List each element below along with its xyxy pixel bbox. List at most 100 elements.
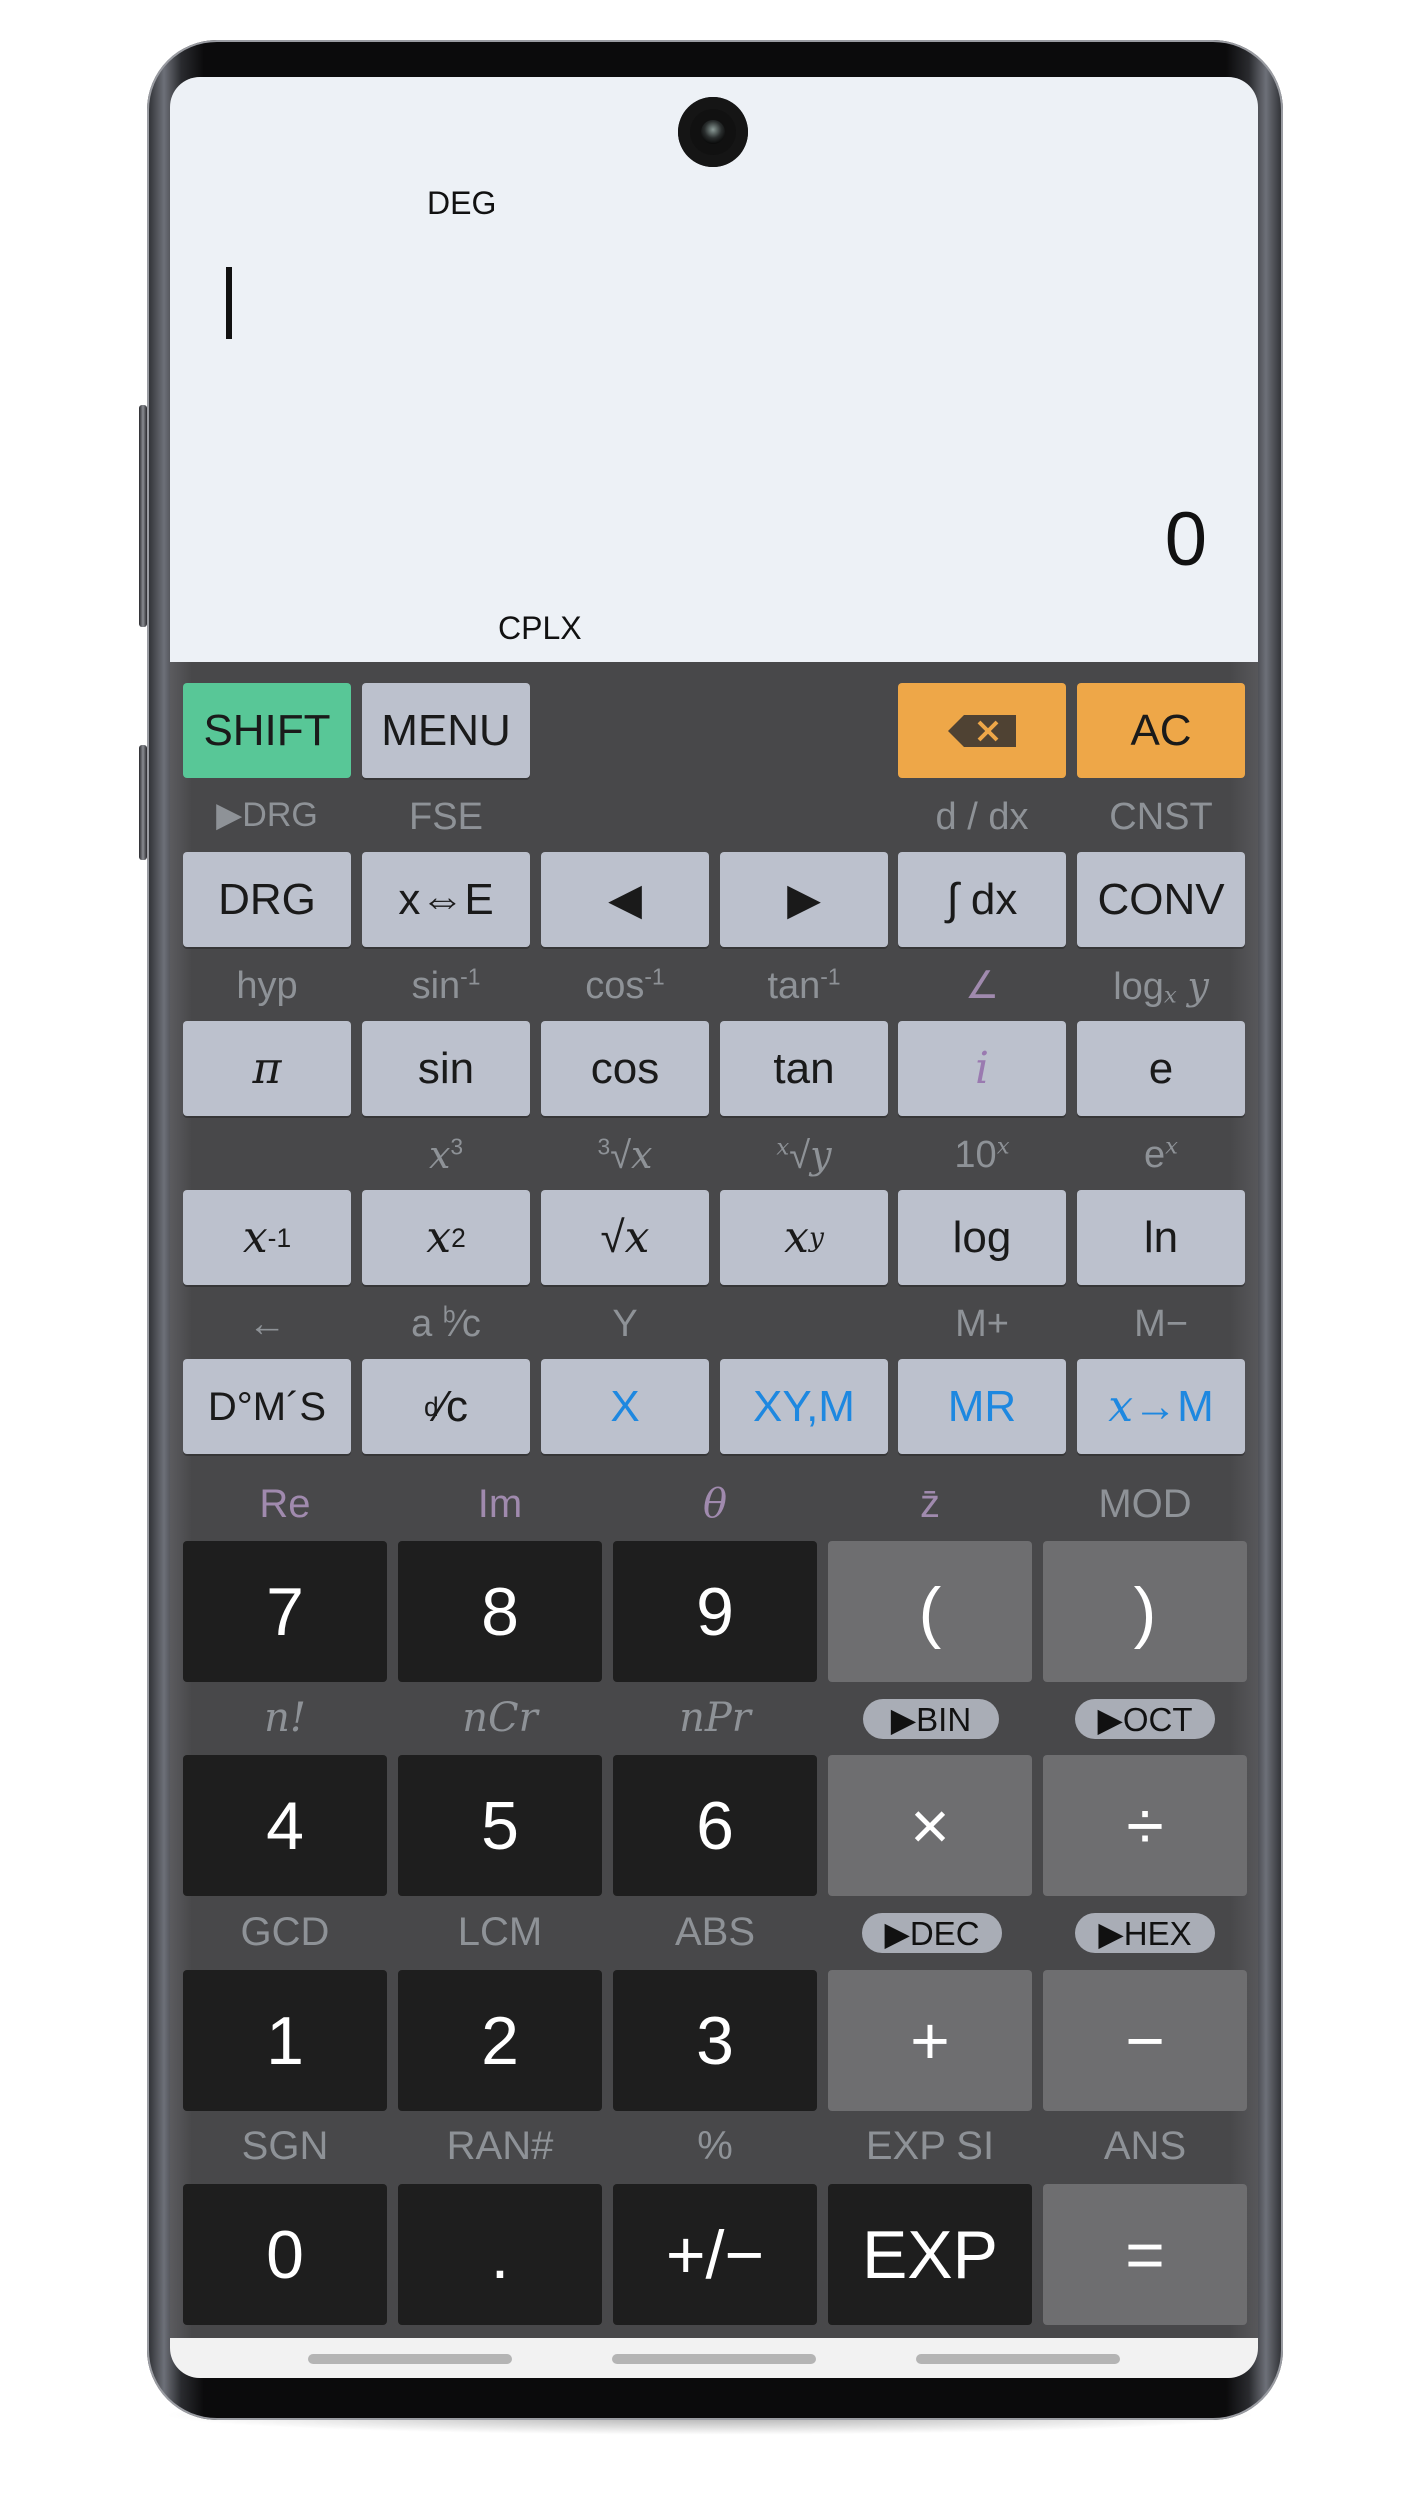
digit-1-key[interactable]: 1 [183,1970,387,2111]
power-key[interactable]: xy [720,1190,888,1285]
multiply-key[interactable]: × [828,1755,1032,1896]
shift-label-arcsin: sin-1 [411,963,481,1007]
pi-key[interactable]: π [183,1021,351,1116]
digit-0-key[interactable]: 0 [183,2184,387,2325]
shift-key[interactable]: SHIFT [183,683,351,778]
shift-label-memory-minus: M− [1134,1303,1188,1345]
backspace-icon [948,714,1016,747]
digit-7-key[interactable]: 7 [183,1541,387,1682]
exponent-key[interactable]: EXP [828,2184,1032,2325]
conversion-key[interactable]: CONV [1077,852,1245,947]
plus-key[interactable]: + [828,1970,1032,2111]
menu-key[interactable]: MENU [362,683,530,778]
shift-label-mixed-fraction: a b⁄c [411,1301,481,1345]
shift-label-permutation: nPr [679,1695,751,1741]
nav-home-button[interactable] [612,2354,816,2364]
right-arrow-icon: ▶ [787,874,821,924]
digit-6-key[interactable]: 6 [613,1755,817,1896]
shift-label-exp-si: EXP SI [865,2124,995,2168]
shift-label-conjugate: z̄ [920,1482,940,1526]
nav-back-button[interactable] [916,2354,1120,2364]
shift-label-lcm: LCM [457,1910,543,1954]
euler-key[interactable]: e [1077,1021,1245,1116]
sin-key[interactable]: sin [362,1021,530,1116]
store-memory-key[interactable]: x →M [1077,1359,1245,1454]
shift-label-back: ← [248,1303,286,1345]
digit-2-key[interactable]: 2 [398,1970,602,2111]
shift-label-abs: ABS [674,1910,756,1954]
integral-key[interactable]: ∫ dx [898,852,1066,947]
close-paren-key[interactable]: ) [1043,1541,1247,1682]
reciprocal-key[interactable]: x -1 [183,1190,351,1285]
nav-recents-button[interactable] [308,2354,512,2364]
negate-key[interactable]: +/− [613,2184,817,2325]
shift-label-mod: MOD [1098,1482,1192,1526]
digit-8-key[interactable]: 8 [398,1541,602,1682]
minus-key[interactable]: − [1043,1970,1247,2111]
shift-label-answer: ANS [1103,2124,1187,2168]
digit-5-key[interactable]: 5 [398,1755,602,1896]
ac-label: AC [1130,705,1192,755]
x-variable-key[interactable]: X [541,1359,709,1454]
input-cursor [226,267,232,339]
square-root-key[interactable]: √ x [541,1190,709,1285]
shift-label: SHIFT [203,705,331,755]
backspace-key[interactable] [898,683,1066,778]
shift-label-log-base: logx y [1113,964,1209,1009]
shift-label-constants: CNST [1109,796,1213,838]
shift-label-nth-root: x√y [776,1133,832,1177]
shift-label-drg-convert: ▶DRG [216,796,318,834]
left-arrow-icon: ◀ [608,874,642,924]
digit-9-key[interactable]: 9 [613,1541,817,1682]
to-binary-button[interactable]: ▶BIN [863,1699,999,1739]
keypad: SHIFT MENU AC ▶DRG FSE d / dx CNST DRG x… [170,662,1258,2338]
shift-label-arctan: tan-1 [767,963,841,1007]
shift-label-memory-plus: M+ [955,1303,1009,1345]
to-octal-button[interactable]: ▶OCT [1075,1699,1215,1739]
to-hex-button[interactable]: ▶HEX [1075,1913,1215,1953]
shift-label-gcd: GCD [240,1910,330,1954]
open-paren-key[interactable]: ( [828,1541,1032,1682]
log-key[interactable]: log [898,1190,1066,1285]
shift-label-real-part: Re [259,1482,311,1526]
xy-memory-key[interactable]: XY,M [720,1359,888,1454]
square-key[interactable]: x2 [362,1190,530,1285]
shift-label-cube: x3 [428,1133,464,1177]
shift-label-sign: SGN [241,2124,329,2168]
digit-3-key[interactable]: 3 [613,1970,817,2111]
all-clear-key[interactable]: AC [1077,683,1245,778]
navigation-bar [170,2338,1258,2378]
dms-key[interactable]: D°M´S [183,1359,351,1454]
shift-label-combination: nCr [462,1695,538,1741]
shift-label-random: RAN# [446,2124,554,2168]
volume-button [139,405,147,627]
to-decimal-button[interactable]: ▶DEC [862,1913,1002,1953]
decimal-point-key[interactable]: . [398,2184,602,2325]
cursor-right-key[interactable]: ▶ [720,852,888,947]
fraction-key[interactable]: d ⁄c [362,1359,530,1454]
ln-key[interactable]: ln [1077,1190,1245,1285]
calculator-display[interactable]: DEG 0 CPLX [170,77,1258,662]
shift-label-arccos: cos-1 [585,963,665,1007]
shift-label-exp: ex [1144,1133,1178,1176]
cos-key[interactable]: cos [541,1021,709,1116]
tan-key[interactable]: tan [720,1021,888,1116]
shift-label-factorial: n! [264,1695,306,1741]
imaginary-key[interactable]: i [898,1021,1066,1116]
divide-key[interactable]: ÷ [1043,1755,1247,1896]
shift-label-imag-part: Im [477,1482,523,1526]
digit-4-key[interactable]: 4 [183,1755,387,1896]
shift-label-angle: ∠ [964,965,1000,1007]
power-button [139,745,147,860]
front-camera [678,97,748,167]
menu-label: MENU [381,705,511,755]
drg-key[interactable]: DRG [183,852,351,947]
complex-mode-indicator: CPLX [498,610,582,646]
angle-mode-indicator: DEG [427,185,497,221]
cursor-left-key[interactable]: ◀ [541,852,709,947]
shift-label-theta: θ [702,1481,728,1527]
equals-key[interactable]: = [1043,2184,1247,2325]
screen: DEG 0 CPLX SHIFT MENU AC ▶DRG FSE d / dx… [170,77,1258,2378]
memory-recall-key[interactable]: MR [898,1359,1066,1454]
x-exchange-e-key[interactable]: x⇔E [362,852,530,947]
